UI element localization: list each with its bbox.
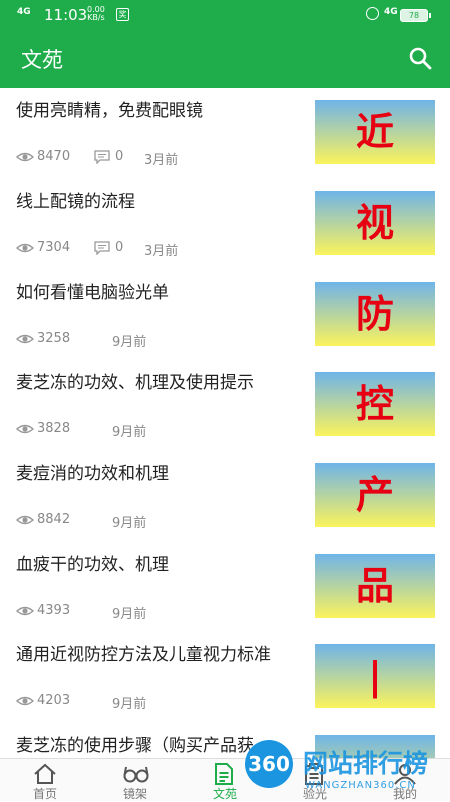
publish-date: 9月前: [112, 607, 147, 622]
article-title: 如何看懂电脑验光单: [16, 283, 169, 303]
glasses-icon: [123, 766, 149, 783]
comment-icon: [94, 150, 110, 164]
status-bar: 4G 11:03 0.00 KB/s 奖 4G 78: [0, 0, 450, 30]
view-count: 3258: [37, 331, 71, 346]
clock: 11:03: [44, 6, 88, 24]
watermark-logo: 360 网站排行榜 WANGZHAN360.CN: [245, 740, 450, 800]
search-icon[interactable]: [408, 46, 432, 70]
article-title: 麦芝冻的功效、机理及使用提示: [16, 373, 254, 393]
publish-date: 9月前: [112, 516, 147, 531]
comment-count: 0: [115, 240, 124, 255]
publish-date: 3月前: [144, 153, 179, 168]
article-thumbnail: 防: [315, 282, 435, 346]
article-title: 麦痘消的功效和机理: [16, 464, 169, 484]
article-title: 通用近视防控方法及儿童视力标准: [16, 645, 271, 665]
article-title: 血疲干的功效、机理: [16, 555, 169, 575]
article-title: 线上配镜的流程: [16, 192, 135, 212]
app-bar: 文苑: [0, 30, 450, 88]
article-thumbnail: 品: [315, 554, 435, 618]
eye-icon: [16, 424, 34, 434]
article-thumbnail: |: [315, 644, 435, 708]
eye-icon: [16, 334, 34, 344]
eye-icon: [16, 696, 34, 706]
publish-date: 9月前: [112, 425, 147, 440]
view-count: 4393: [37, 603, 71, 618]
cellular-signal-secondary: 4G: [384, 7, 398, 17]
article-thumbnail: 产: [315, 463, 435, 527]
eye-icon: [16, 606, 34, 616]
article-item[interactable]: 血疲干的功效、机理 4393 9月前 品: [0, 542, 450, 632]
view-count: 4203: [37, 693, 71, 708]
document-icon: [215, 763, 233, 785]
tab-home[interactable]: 首页: [0, 759, 90, 801]
network-speed-unit: KB/s: [87, 13, 105, 22]
tab-label: 首页: [32, 787, 57, 801]
eye-icon: [16, 515, 34, 525]
cellular-signal: 4G: [17, 7, 31, 17]
page-title: 文苑: [21, 48, 63, 72]
eye-icon: [16, 243, 34, 253]
watermark-badge: 360: [245, 740, 293, 788]
article-item[interactable]: 使用亮睛精，免费配眼镜 8470 0 3月前 近: [0, 88, 450, 178]
article-item[interactable]: 麦芝冻的功效、机理及使用提示 3828 9月前 控: [0, 360, 450, 450]
article-item[interactable]: 麦痘消的功效和机理 8842 9月前 产: [0, 451, 450, 541]
eye-icon: [16, 152, 34, 162]
publish-date: 3月前: [144, 244, 179, 259]
publish-date: 9月前: [112, 335, 147, 350]
article-list[interactable]: 使用亮睛精，免费配眼镜 8470 0 3月前 近 线上配镜的流程 7304 0 …: [0, 88, 450, 758]
article-thumbnail: 控: [315, 372, 435, 436]
network-speed: 0.00 KB/s: [87, 6, 105, 22]
home-icon: [34, 763, 56, 784]
article-item[interactable]: 通用近视防控方法及儿童视力标准 4203 9月前 |: [0, 632, 450, 722]
publish-date: 9月前: [112, 697, 147, 712]
article-title: 使用亮睛精，免费配眼镜: [16, 101, 203, 121]
alarm-icon: [366, 7, 379, 20]
article-thumbnail: 近: [315, 100, 435, 164]
notification-badge: 奖: [116, 8, 129, 21]
watermark-domain: WANGZHAN360.CN: [305, 780, 416, 791]
view-count: 8470: [37, 149, 71, 164]
comment-count: 0: [115, 149, 124, 164]
comment-icon: [94, 241, 110, 255]
article-item[interactable]: 如何看懂电脑验光单 3258 9月前 防: [0, 270, 450, 360]
tab-label: 镜架: [122, 787, 147, 801]
watermark-name: 网站排行榜: [303, 749, 429, 778]
article-item[interactable]: 线上配镜的流程 7304 0 3月前 视: [0, 179, 450, 269]
view-count: 8842: [37, 512, 71, 527]
view-count: 3828: [37, 421, 71, 436]
tab-frames[interactable]: 镜架: [90, 759, 180, 801]
article-thumbnail: 视: [315, 191, 435, 255]
battery-indicator: 78: [400, 9, 431, 22]
view-count: 7304: [37, 240, 71, 255]
